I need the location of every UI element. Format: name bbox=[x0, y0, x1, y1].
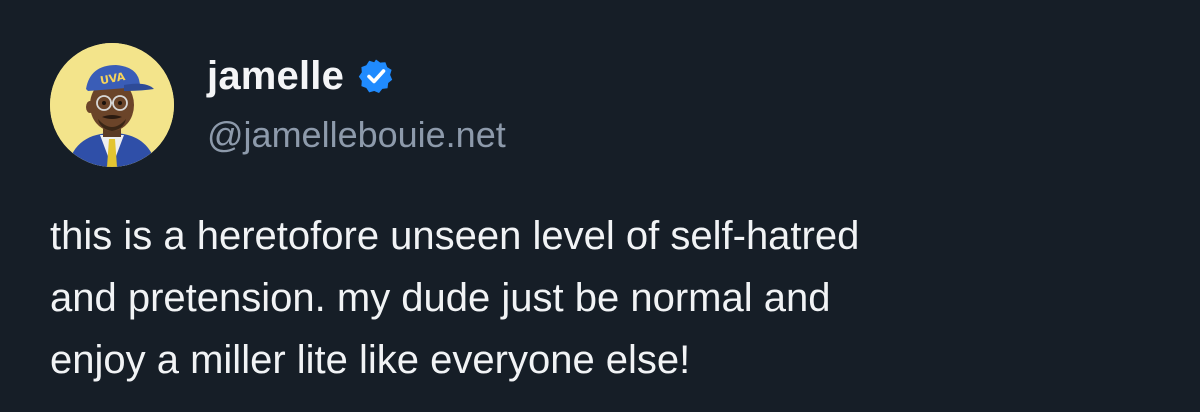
author-name-row: jamelle bbox=[207, 52, 394, 100]
avatar-illustration-icon: UVA bbox=[50, 43, 174, 167]
avatar[interactable]: UVA bbox=[50, 43, 174, 167]
author-display-name[interactable]: jamelle bbox=[207, 52, 344, 100]
post-card: UVA jamelle @jamellebouie.net this is a … bbox=[0, 0, 1200, 412]
verified-badge-icon bbox=[358, 58, 394, 94]
post-text-line: this is a heretofore unseen level of sel… bbox=[50, 214, 860, 258]
post-text: this is a heretofore unseen level of sel… bbox=[50, 205, 1170, 391]
author-handle[interactable]: @jamellebouie.net bbox=[207, 112, 506, 158]
post-text-line: and pretension. my dude just be normal a… bbox=[50, 276, 831, 320]
post-text-line: enjoy a miller lite like everyone else! bbox=[50, 338, 691, 382]
